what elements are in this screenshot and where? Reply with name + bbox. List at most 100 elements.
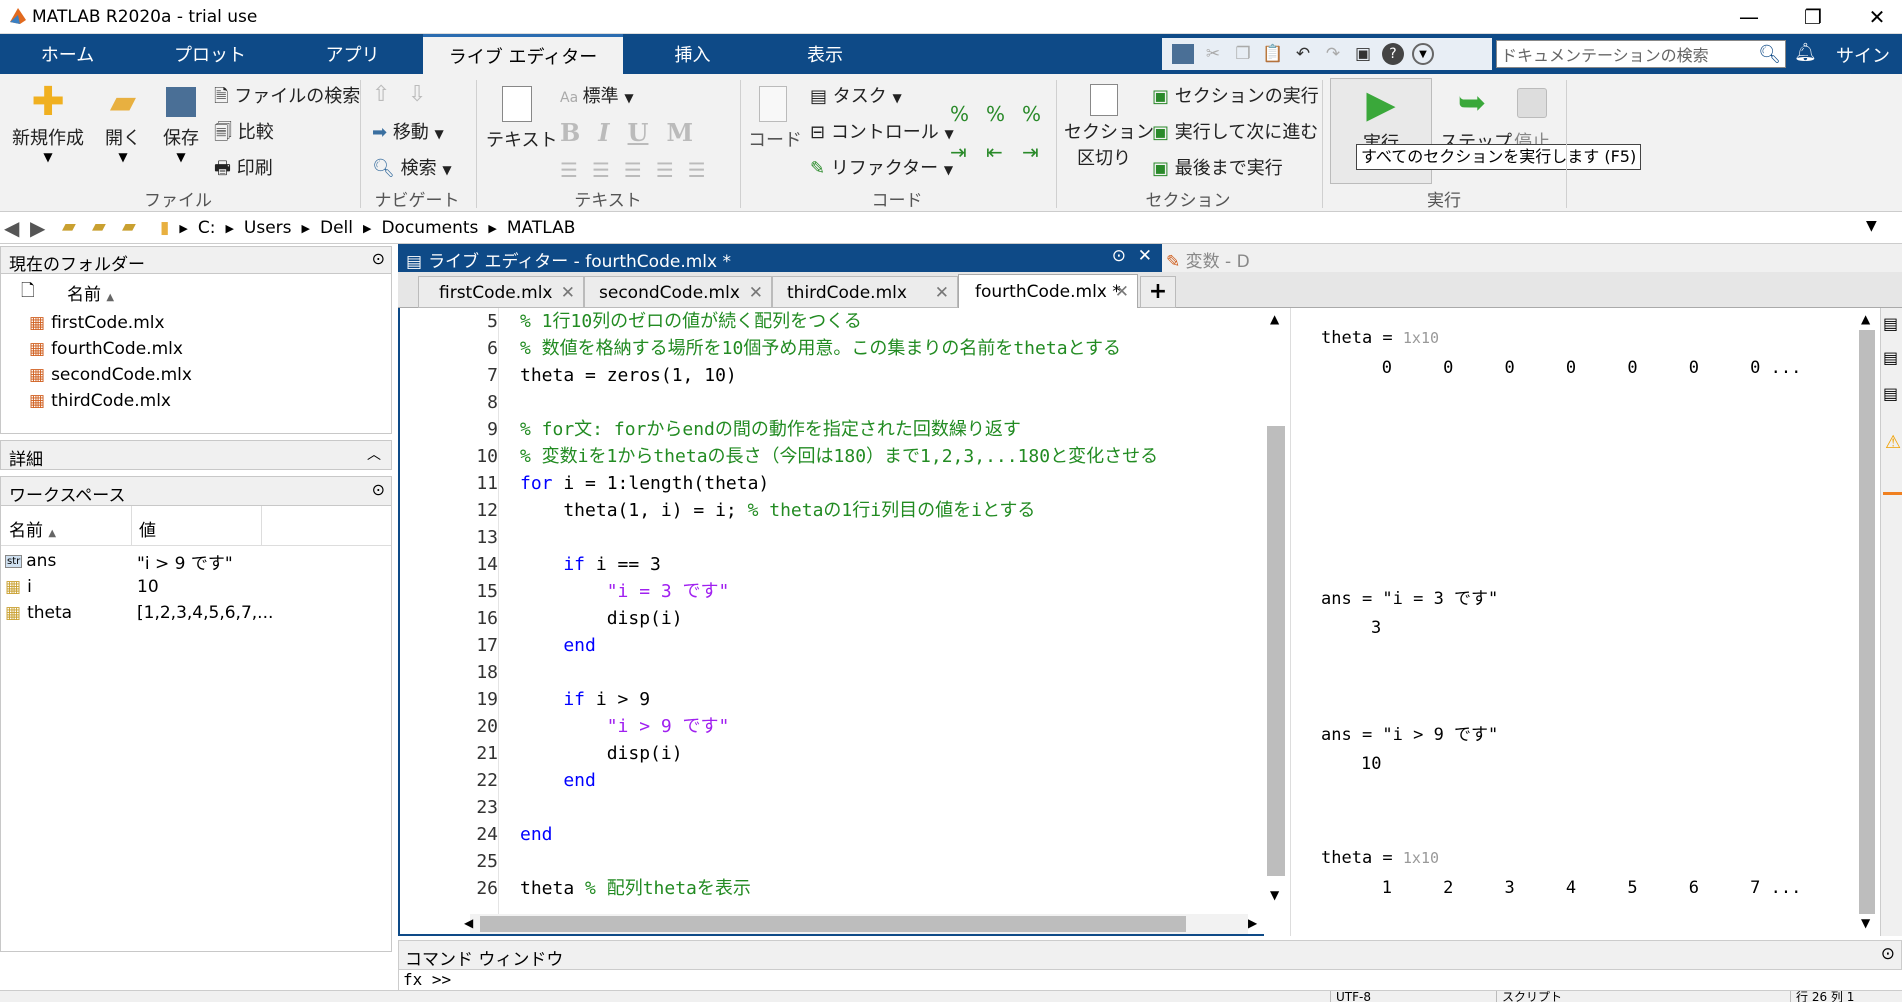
run-advance-button[interactable]: ▣ 実行して次に進む [1152,118,1318,144]
code-line[interactable]: end [520,632,1230,659]
file-tab-active[interactable]: fourthCode.mlx * ✕ [958,274,1138,309]
list-item[interactable]: ▦ thirdCode.mlx [29,388,192,414]
monospace-button[interactable]: M [666,118,693,147]
step-button[interactable]: ➥ ステップ [1440,78,1512,154]
insert-code-button[interactable]: コード [748,82,802,152]
code-scrollbar[interactable]: ▲ ▼ [1264,308,1290,936]
breadcrumb[interactable]: ▮ ▶ C: ▶ Users ▶ Dell ▶ Documents ▶ MATLAB [160,214,1880,242]
code-line[interactable]: "i > 9 です" [520,713,1230,740]
tab-insert[interactable]: 挿入 [625,34,760,74]
code-line[interactable]: theta % 配列thetaを表示 [520,875,1230,902]
redo-icon[interactable]: ↷ [1322,44,1344,64]
code-line[interactable]: "i = 3 です" [520,578,1230,605]
run-to-end-button[interactable]: ▣ 最後まで実行 [1152,154,1283,180]
run-section-button[interactable]: ▣ セクションの実行 [1152,82,1319,108]
file-tab[interactable]: thirdCode.mlx ✕ [772,276,958,308]
scroll-thumb[interactable] [480,916,1186,932]
uncomment-icon[interactable]: % [986,102,1022,126]
warning-icon[interactable]: ⚠ [1885,432,1901,453]
code-line[interactable]: for i = 1:length(theta) [520,470,1230,497]
scroll-down-icon[interactable]: ▼ [1270,888,1279,902]
back-icon[interactable]: ◀ [4,216,19,240]
value-column-header[interactable]: 値 [139,516,156,541]
horizontal-scrollbar[interactable]: ◀ ▶ [464,914,1257,934]
tab-plots[interactable]: プロット [140,34,280,74]
search-icon[interactable]: 🔍︎ [1758,44,1785,65]
close-button[interactable]: ✕ [1850,0,1902,34]
list-item[interactable]: ▦ firstCode.mlx [29,310,192,336]
arrow-up-icon[interactable]: ⇧ [372,82,390,107]
code-line[interactable] [520,659,1230,686]
find-button[interactable]: 🔍︎ 検索 ▼ [372,154,452,180]
code-line[interactable]: % 数値を格納する場所を10個予め用意。この集まりの名前をthetaとする [520,335,1230,362]
print-button[interactable]: 🖶 印刷 [214,154,273,186]
chevron-up-icon[interactable]: ︿ [367,444,381,464]
details-header[interactable]: 詳細 ︿ [0,440,392,470]
decrease-indent-icon[interactable]: ⇤ [986,140,1022,164]
code-line[interactable]: theta = zeros(1, 10) [520,362,1230,389]
table-row[interactable]: ▦ i 10 [5,574,385,600]
switch-windows-icon[interactable]: ▣ [1352,44,1374,64]
style-dropdown[interactable]: Aa 標準 ▼ [560,82,634,108]
breadcrumb-item[interactable]: Documents [381,218,478,238]
notification-icon[interactable]: 🔔︎ [1794,42,1817,63]
code-line[interactable]: if i == 3 [520,551,1230,578]
customize-icon[interactable]: ▼ [1412,43,1434,65]
arrow-down-icon[interactable]: ⇩ [408,82,426,107]
task-button[interactable]: ▤ タスク ▼ [810,82,902,108]
wrap-comment-icon[interactable]: % [1022,102,1058,126]
output-scrollbar[interactable]: ▲ ▼ [1856,308,1878,936]
stop-button[interactable]: 停止 [1500,78,1564,154]
file-tab[interactable]: secondCode.mlx ✕ [584,276,772,308]
list-item[interactable]: ▦ secondCode.mlx [29,362,192,388]
paste-icon[interactable]: 📋 [1262,44,1284,64]
forward-icon[interactable]: ▶ [30,216,45,240]
open-button[interactable]: ▰ 開く ▼ [98,80,148,164]
close-icon[interactable]: ✕ [749,283,763,303]
up-folder-icon[interactable]: ▰ [62,216,76,237]
goto-button[interactable]: ➡ 移動 ▼ [372,118,444,144]
new-button[interactable]: ✚ 新規作成 ▼ [8,80,88,164]
undo-icon[interactable]: ↶ [1292,44,1314,64]
code-line[interactable] [520,848,1230,875]
doc-search-field[interactable]: ドキュメンテーションの検索 🔍︎ [1496,40,1786,68]
new-tab-button[interactable]: + [1140,276,1176,308]
code-line[interactable]: disp(i) [520,605,1230,632]
minimize-button[interactable]: — [1722,0,1776,34]
insert-text-button[interactable]: テキスト [486,82,557,152]
browse-folder-icon[interactable]: ▰ [92,216,106,237]
increase-indent-icon[interactable]: ⇥ [1022,140,1058,164]
code-line[interactable] [520,389,1230,416]
breadcrumb-item[interactable]: C: [198,218,216,238]
scroll-right-icon[interactable]: ▶ [1248,916,1257,930]
code-line[interactable]: end [520,821,1230,848]
numbered-list-icon[interactable]: ☰ [592,158,610,182]
scroll-left-icon[interactable]: ◀ [464,916,473,930]
code-line[interactable] [520,524,1230,551]
panel-menu-icon[interactable]: ⊙ [372,249,385,268]
align-center-icon[interactable]: ☰ [656,158,674,182]
italic-button[interactable]: I [598,118,609,147]
hide-code-icon[interactable]: ▤ [1883,384,1898,403]
control-button[interactable]: ⊟ コントロール ▼ [810,118,954,144]
align-right-icon[interactable]: ☰ [688,158,706,182]
code-line[interactable]: end [520,767,1230,794]
help-icon[interactable]: ? [1382,43,1404,65]
close-icon[interactable]: ✕ [561,283,575,303]
close-icon[interactable]: ✕ [1115,282,1129,302]
breadcrumb-item[interactable]: Dell [320,218,353,238]
code-line[interactable]: % for文: forからendの間の動作を指定された回数繰り返す [520,416,1230,443]
align-left-icon[interactable]: ☰ [624,158,642,182]
bullet-list-icon[interactable]: ☰ [560,158,578,182]
folder-tree-icon[interactable]: ▰ [122,216,136,237]
scroll-thumb[interactable] [1859,330,1875,914]
output-inline-icon[interactable]: ▤ [1883,314,1898,333]
tab-home[interactable]: ホーム [0,34,135,74]
scroll-up-icon[interactable]: ▲ [1270,312,1279,326]
cut-icon[interactable]: ✂ [1202,44,1224,64]
code-line[interactable]: theta(1, i) = i; % thetaの1行i列目の値をiとする [520,497,1230,524]
tab-view[interactable]: 表示 [760,34,890,74]
variables-tab[interactable]: ✎ 変数 - D [1166,247,1250,272]
copy-icon[interactable]: ❐ [1232,44,1254,64]
save-button[interactable]: 保存 ▼ [156,80,206,164]
